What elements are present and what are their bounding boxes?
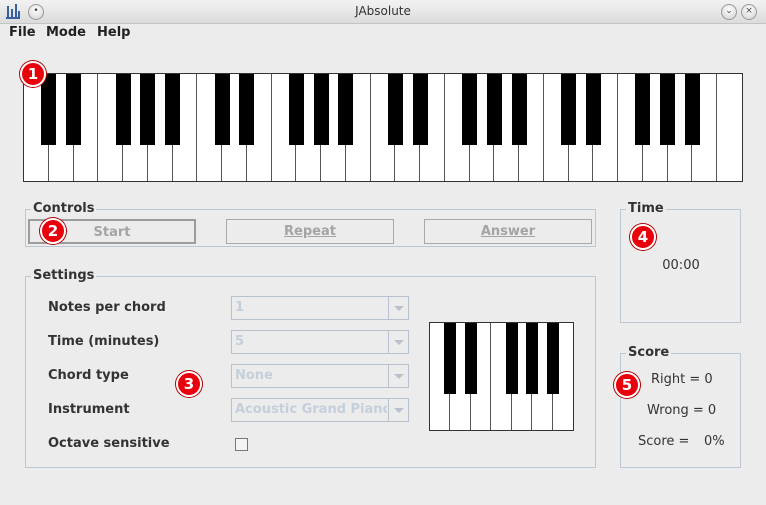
black-key[interactable] xyxy=(462,74,478,145)
black-key[interactable] xyxy=(635,74,651,145)
octave-sensitive-label: Octave sensitive xyxy=(48,436,170,451)
black-key[interactable] xyxy=(444,323,457,394)
menu-help[interactable]: Help xyxy=(97,25,130,40)
window-title: JAbsolute xyxy=(355,4,411,18)
black-key[interactable] xyxy=(511,74,527,145)
time-minutes-value: 5 xyxy=(235,334,245,349)
black-key[interactable] xyxy=(239,74,255,145)
black-key[interactable] xyxy=(165,74,181,145)
callout-badge-3: 3 xyxy=(176,371,202,397)
black-key[interactable] xyxy=(288,74,304,145)
notes-per-chord-select[interactable]: 1 xyxy=(231,296,409,320)
settings-title: Settings xyxy=(31,268,97,283)
score-title: Score xyxy=(626,345,672,360)
chord-type-label: Chord type xyxy=(48,368,129,383)
black-key[interactable] xyxy=(387,74,403,145)
answer-button-label: Answer xyxy=(480,224,536,239)
callout-badge-4: 4 xyxy=(630,224,656,250)
black-key[interactable] xyxy=(505,323,518,394)
black-key[interactable] xyxy=(561,74,577,145)
black-key[interactable] xyxy=(464,323,477,394)
chord-type-select[interactable]: None xyxy=(231,364,409,388)
black-key[interactable] xyxy=(115,74,131,145)
black-key[interactable] xyxy=(412,74,428,145)
chord-piano-keyboard[interactable] xyxy=(429,322,574,431)
controls-title: Controls xyxy=(31,201,97,216)
instrument-label: Instrument xyxy=(48,402,130,417)
elapsed-time: 00:00 xyxy=(662,258,700,273)
instrument-select[interactable]: Acoustic Grand Piano xyxy=(231,398,409,422)
black-key[interactable] xyxy=(140,74,156,145)
black-key[interactable] xyxy=(486,74,502,145)
time-title: Time xyxy=(626,201,666,216)
black-key[interactable] xyxy=(585,74,601,145)
black-key[interactable] xyxy=(66,74,82,145)
time-minutes-select[interactable]: 5 xyxy=(231,330,409,354)
notes-per-chord-value: 1 xyxy=(235,300,245,315)
black-key[interactable] xyxy=(41,74,57,145)
instrument-value: Acoustic Grand Piano xyxy=(235,402,387,417)
black-key[interactable] xyxy=(546,323,559,394)
black-key[interactable] xyxy=(660,74,676,145)
main-piano-keyboard[interactable] xyxy=(23,73,743,182)
notes-per-chord-label: Notes per chord xyxy=(48,300,166,315)
chevron-down-icon xyxy=(388,365,408,387)
black-key[interactable] xyxy=(684,74,700,145)
menu-bar: File Mode Help xyxy=(0,24,766,44)
time-minutes-label: Time (minutes) xyxy=(48,334,160,349)
callout-badge-5: 5 xyxy=(614,372,640,398)
score-percent: 0% xyxy=(704,434,725,449)
chord-type-value: None xyxy=(235,368,273,383)
repeat-button-label: Repeat xyxy=(284,224,336,239)
window-titlebar: • JAbsolute ⌄ × xyxy=(0,0,766,24)
repeat-button[interactable]: Repeat xyxy=(226,219,394,244)
score-label: Score = xyxy=(638,434,690,449)
black-key[interactable] xyxy=(526,323,539,394)
close-icon[interactable]: × xyxy=(741,4,757,20)
right-count: Right = 0 xyxy=(651,372,713,387)
black-key[interactable] xyxy=(338,74,354,145)
wrong-count: Wrong = 0 xyxy=(647,403,717,418)
chevron-down-icon xyxy=(388,399,408,421)
white-key[interactable] xyxy=(717,74,742,181)
menu-mode[interactable]: Mode xyxy=(46,25,86,40)
octave-sensitive-checkbox[interactable] xyxy=(235,438,248,451)
callout-badge-1: 1 xyxy=(20,61,46,87)
chevron-down-icon xyxy=(388,297,408,319)
callout-badge-2: 2 xyxy=(40,218,66,244)
chevron-down-icon xyxy=(388,331,408,353)
minimize-icon[interactable]: ⌄ xyxy=(721,4,737,20)
black-key[interactable] xyxy=(214,74,230,145)
black-key[interactable] xyxy=(313,74,329,145)
menu-file[interactable]: File xyxy=(9,25,36,40)
answer-button[interactable]: Answer xyxy=(424,219,592,244)
